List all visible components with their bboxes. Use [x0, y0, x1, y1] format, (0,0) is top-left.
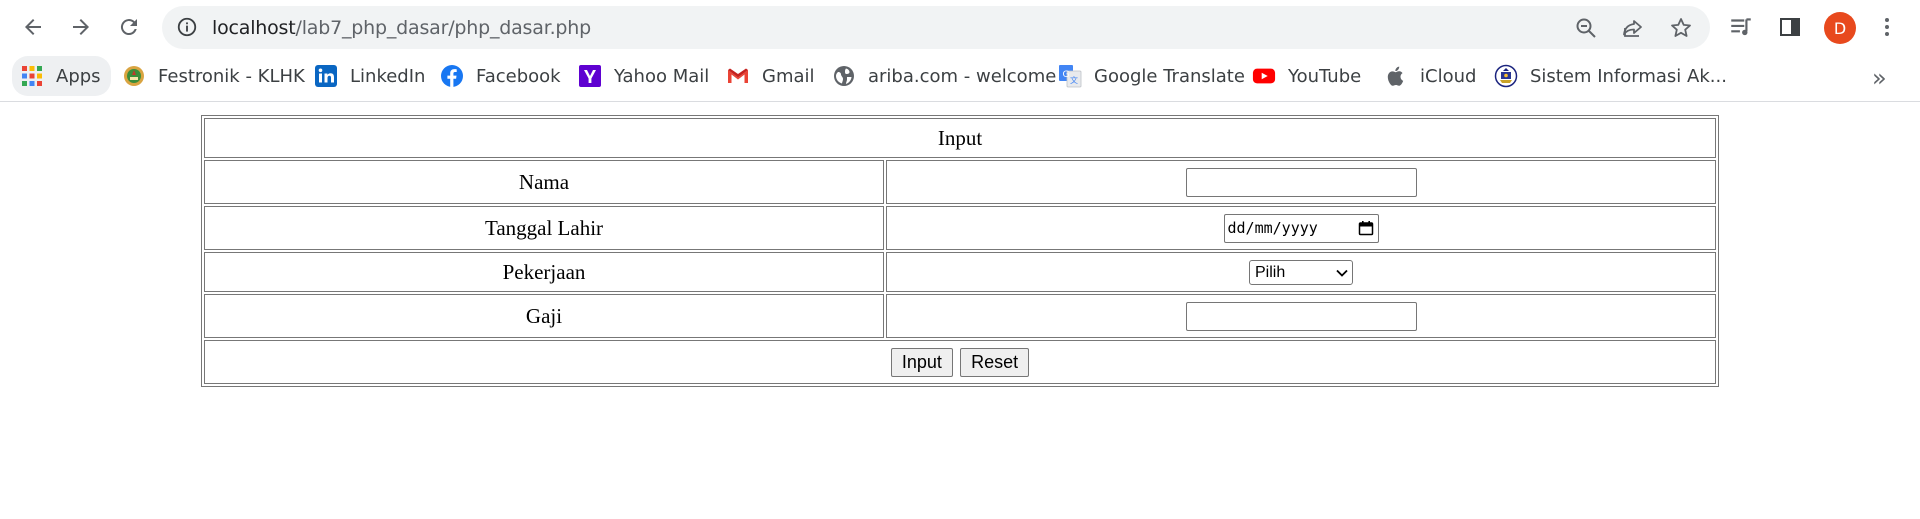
facebook-icon: [440, 64, 464, 88]
field-cell-gaji: [886, 294, 1716, 338]
tanggal-lahir-date-input[interactable]: dd/mm/yyyy: [1223, 213, 1379, 243]
back-button[interactable]: [14, 8, 52, 46]
side-panel-icon: [1780, 18, 1800, 36]
kebab-menu-icon: [1885, 18, 1889, 36]
info-icon[interactable]: [176, 16, 198, 38]
media-queue-icon: [1731, 18, 1751, 36]
bookmark-apps[interactable]: Apps: [12, 56, 111, 96]
linkedin-icon: [314, 64, 338, 88]
bookmark-ariba[interactable]: ariba.com - welcome: [832, 56, 1056, 96]
google-translate-icon: G文: [1058, 64, 1082, 88]
bookmark-label: Apps: [56, 65, 101, 87]
gaji-input[interactable]: [1185, 301, 1417, 331]
input-form-table: Input Nama Tanggal Lahir dd/mm/yyyy Peke…: [201, 115, 1719, 387]
field-label-gaji: Gaji: [204, 294, 884, 338]
reload-icon: [120, 19, 137, 36]
bookmark-label: Yahoo Mail: [614, 65, 710, 87]
input-submit-button[interactable]: Input: [890, 347, 953, 377]
gmail-icon: [726, 64, 750, 88]
browser-toolbar: localhost/lab7_php_dasar/php_dasar.php D: [0, 0, 1920, 54]
field-label-nama: Nama: [204, 160, 884, 204]
apple-icon: [1384, 64, 1408, 88]
bookmark-label: ariba.com - welcome: [868, 65, 1057, 87]
share-icon: [1623, 20, 1642, 37]
media-queue-button[interactable]: [1727, 13, 1755, 41]
yahoo-icon: [578, 64, 602, 88]
bookmark-label: Facebook: [476, 65, 561, 87]
chevron-down-icon: [1336, 269, 1348, 277]
bookmark-label: iCloud: [1420, 65, 1477, 87]
field-cell-tanggal-lahir: dd/mm/yyyy: [886, 206, 1716, 250]
star-icon: [1671, 18, 1691, 37]
address-bar[interactable]: localhost/lab7_php_dasar/php_dasar.php: [162, 6, 1710, 49]
field-label-tanggal-lahir: Tanggal Lahir: [204, 206, 884, 250]
youtube-icon: [1252, 64, 1276, 88]
browser-menu-button[interactable]: [1873, 13, 1901, 41]
profile-avatar[interactable]: D: [1824, 12, 1856, 44]
bookmark-star-button[interactable]: [1668, 15, 1694, 41]
reset-button[interactable]: Reset: [960, 347, 1030, 377]
svg-text:G: G: [1063, 70, 1070, 80]
university-seal-icon: [1494, 64, 1518, 88]
page-content: Input Nama Tanggal Lahir dd/mm/yyyy Peke…: [0, 103, 1920, 519]
forward-arrow-icon: [73, 19, 89, 35]
globe-icon: [832, 64, 856, 88]
bookmark-google-translate[interactable]: G文 Google Translate: [1058, 56, 1245, 96]
calendar-icon[interactable]: [1358, 220, 1374, 236]
field-label-pekerjaan: Pekerjaan: [204, 252, 884, 292]
back-arrow-icon: [25, 19, 41, 35]
bookmark-label: Festronik - KLHK: [158, 65, 305, 87]
bookmarks-overflow-button[interactable]: »: [1872, 64, 1887, 92]
form-actions: Input Reset: [204, 340, 1716, 384]
bookmark-label: Google Translate: [1094, 65, 1245, 87]
select-value: Pilih: [1255, 263, 1286, 281]
side-panel-button[interactable]: [1776, 13, 1804, 41]
bookmark-linkedin[interactable]: LinkedIn: [314, 56, 425, 96]
reload-button[interactable]: [110, 8, 148, 46]
field-cell-pekerjaan: Pilih: [886, 252, 1716, 292]
bookmark-label: LinkedIn: [350, 65, 426, 87]
url-path: /lab7_php_dasar/php_dasar.php: [295, 17, 592, 39]
url-host: localhost: [212, 17, 296, 39]
bookmark-label: YouTube: [1288, 65, 1362, 87]
bookmark-icloud[interactable]: iCloud: [1384, 56, 1476, 96]
pekerjaan-select[interactable]: Pilih: [1249, 260, 1353, 286]
bookmark-youtube[interactable]: YouTube: [1252, 56, 1361, 96]
zoom-out-icon: [1576, 18, 1596, 38]
nama-input[interactable]: [1185, 167, 1417, 197]
bookmark-sistem-informasi[interactable]: Sistem Informasi Ak...: [1494, 56, 1727, 96]
zoom-button[interactable]: [1573, 15, 1599, 41]
klhk-logo-icon: [122, 64, 146, 88]
field-cell-nama: [886, 160, 1716, 204]
form-header: Input: [204, 118, 1716, 158]
bookmark-gmail[interactable]: Gmail: [726, 56, 815, 96]
apps-grid-icon: [20, 64, 44, 88]
bookmark-yahoo-mail[interactable]: Yahoo Mail: [578, 56, 709, 96]
bookmark-festronik[interactable]: Festronik - KLHK: [122, 56, 305, 96]
forward-button[interactable]: [62, 8, 100, 46]
share-button[interactable]: [1620, 15, 1646, 41]
date-placeholder: dd/mm/yyyy: [1227, 219, 1318, 237]
svg-text:文: 文: [1070, 75, 1078, 85]
url-text[interactable]: localhost/lab7_php_dasar/php_dasar.php: [212, 17, 591, 39]
bookmark-label: Gmail: [762, 65, 815, 87]
bookmark-facebook[interactable]: Facebook: [440, 56, 561, 96]
bookmark-label: Sistem Informasi Ak...: [1530, 65, 1727, 87]
bookmarks-bar: Apps Festronik - KLHK LinkedIn Facebook …: [0, 54, 1920, 102]
